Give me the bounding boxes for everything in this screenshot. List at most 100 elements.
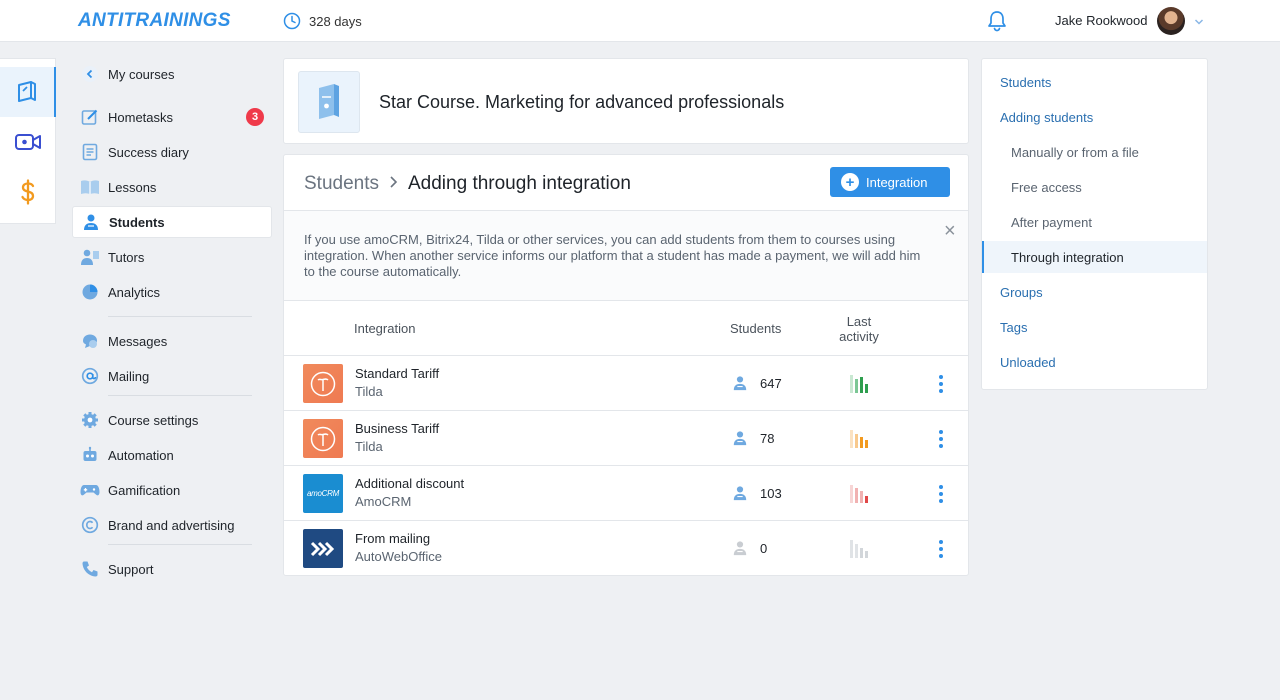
nav-students[interactable]: Students [72,206,272,238]
rail-webinars[interactable] [0,117,56,167]
students-count: 103 [732,485,782,501]
phone-icon [80,559,100,579]
students-icon [81,212,101,232]
activity-chart-icon [850,483,870,503]
nav-mailing[interactable]: Mailing [72,360,272,392]
course-header: Star Course. Marketing for advanced prof… [283,58,969,144]
students-icon [733,486,747,501]
nav-hometasks[interactable]: Hometasks 3 [72,101,272,133]
amocrm-logo-text: amoCRM [307,489,339,498]
integration-source: Tilda [355,384,383,399]
tutor-icon [80,247,100,267]
nav-separator [108,544,252,545]
course-title: Star Course. Marketing for advanced prof… [379,92,785,112]
nav-label: Lessons [108,179,157,195]
page-title: Adding through integration [408,173,631,194]
submenu-groups[interactable]: Groups [982,276,1207,308]
nav-automation[interactable]: Automation [72,439,272,471]
nav-label: Students [109,214,165,230]
course-thumbnail [298,71,360,133]
submenu-after-payment[interactable]: After payment [982,206,1207,238]
robot-icon [80,445,100,465]
nav-label: Success diary [108,144,189,160]
nav-course-settings[interactable]: Course settings [72,404,272,436]
notifications-button[interactable] [987,10,1007,37]
nav-analytics[interactable]: Analytics [72,276,272,308]
nav-label: My courses [108,66,175,82]
nav-brand-advertising[interactable]: Brand and advertising [72,509,272,541]
nav-separator [108,316,252,317]
column-students: Students [730,321,782,336]
activity-chart-icon [850,373,870,393]
table-header: Integration Students Last activity [284,301,968,356]
chat-icon [80,331,100,351]
submenu-manually[interactable]: Manually or from a file [982,136,1207,168]
nav-lessons[interactable]: Lessons [72,171,272,203]
nav-label: Automation [108,447,174,463]
bell-icon [988,11,1006,32]
students-icon [733,431,747,446]
rail-finance[interactable] [0,167,56,217]
nav-label: Course settings [108,412,199,428]
user-name[interactable]: Jake Rookwood [1055,13,1148,28]
rail-courses[interactable] [0,67,56,117]
book-icon [18,81,36,102]
pencil-square-icon [80,107,100,127]
integration-source: AutoWebOffice [355,549,442,564]
integration-source: Tilda [355,439,383,454]
submenu-tags[interactable]: Tags [982,311,1207,343]
nav-label: Support [108,561,154,577]
more-options-button[interactable] [938,540,944,558]
add-integration-button[interactable]: + Integration [830,167,950,197]
table-row[interactable]: Business Tariff Tilda 78 [284,411,968,466]
course-book-icon [319,84,339,119]
integration-name[interactable]: Standard Tariff [355,366,439,381]
open-book-icon [80,177,100,197]
copyright-icon [80,515,100,535]
app-logo[interactable]: ANTITRAININGS [78,10,231,32]
clock-icon [283,12,301,30]
students-icon [733,376,747,391]
more-options-button[interactable] [938,430,944,448]
submenu-adding-students[interactable]: Adding students [982,101,1207,133]
nav-gamification[interactable]: Gamification [72,474,272,506]
table-row[interactable]: Standard Tariff Tilda 647 [284,356,968,411]
submenu-unloaded[interactable]: Unloaded [982,346,1207,378]
nav-label: Messages [108,333,168,349]
table-row[interactable]: amoCRM Additional discount AmoCRM 103 [284,466,968,521]
table-row[interactable]: From mailing AutoWebOffice 0 [284,521,968,576]
chevron-down-icon [1194,19,1204,25]
days-label: 328 days [309,13,362,29]
submenu-through-integration[interactable]: Through integration [982,241,1207,273]
submenu-free-access[interactable]: Free access [982,171,1207,203]
integration-name[interactable]: From mailing [355,531,430,546]
breadcrumb-parent[interactable]: Students [304,173,379,195]
info-text: If you use amoCRM, Bitrix24, Tilda or ot… [304,232,921,279]
autowebpffice-logo-icon [303,529,343,568]
nav-support[interactable]: Support [72,553,272,585]
close-icon[interactable]: × [944,221,956,241]
more-options-button[interactable] [938,375,944,393]
activity-chart-icon [850,428,870,448]
integration-name[interactable]: Additional discount [355,476,464,491]
tilda-logo-icon [303,364,343,403]
nav-label: Mailing [108,368,150,384]
nav-separator [108,395,252,396]
nav-messages[interactable]: Messages [72,325,272,357]
nav-label: Gamification [108,482,181,498]
chevron-right-icon [389,175,398,194]
nav-success-diary[interactable]: Success diary [72,136,272,168]
nav-tutors[interactable]: Tutors [72,241,272,273]
submenu-students[interactable]: Students [982,66,1207,98]
column-last-activity: Last activity [839,314,879,344]
more-options-button[interactable] [938,485,944,503]
integration-name[interactable]: Business Tariff [355,421,439,436]
dollar-icon [21,179,35,205]
column-integration: Integration [354,321,416,336]
students-value: 78 [760,430,775,446]
user-menu-toggle[interactable] [1194,14,1204,32]
avatar[interactable] [1157,7,1185,35]
nav-my-courses[interactable]: My courses [72,58,272,90]
students-value: 647 [760,375,782,391]
students-value: 103 [760,485,782,501]
